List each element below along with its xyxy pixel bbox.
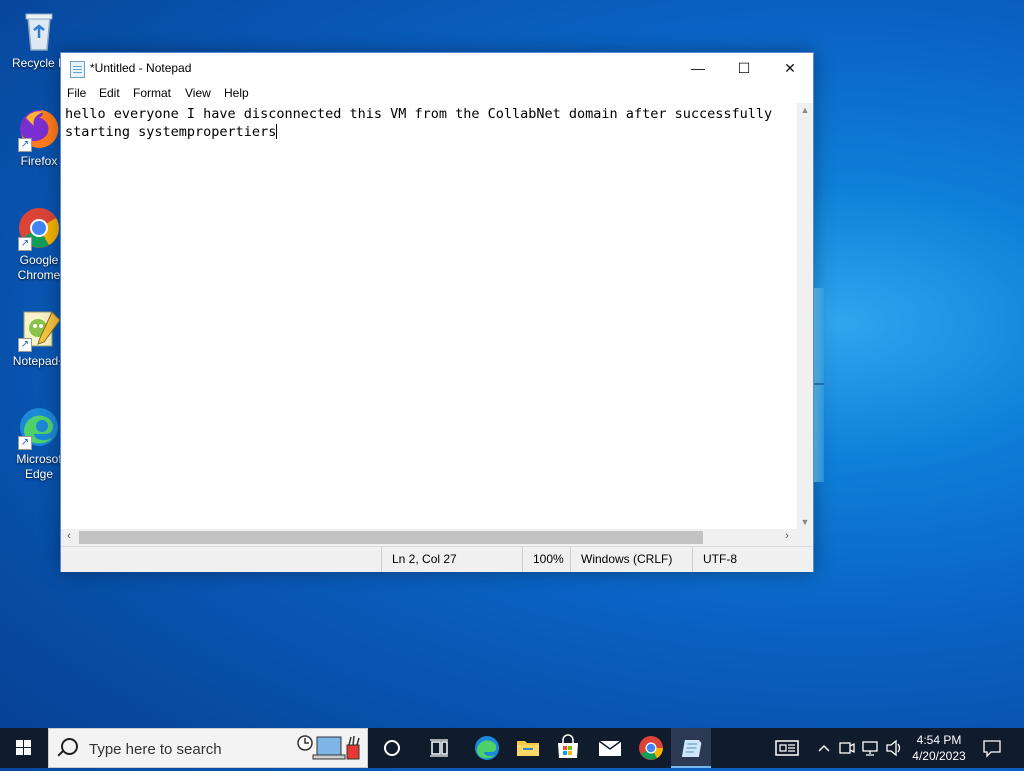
- window-title: *Untitled - Notepad: [90, 61, 192, 75]
- taskbar-edge[interactable]: [467, 728, 507, 768]
- task-view-button[interactable]: [419, 728, 459, 768]
- folder-icon: [517, 741, 539, 756]
- editor-line-1: hello everyone I have disconnected this …: [65, 106, 773, 122]
- chrome-icon: ↗: [16, 205, 62, 251]
- notepad-app-icon[interactable]: [70, 61, 85, 78]
- close-button[interactable]: ✕: [767, 53, 813, 83]
- horizontal-scroll-thumb[interactable]: [79, 531, 703, 544]
- minimize-button[interactable]: —: [675, 53, 721, 83]
- menu-view[interactable]: View: [185, 86, 211, 100]
- taskbar-mail[interactable]: [590, 728, 630, 768]
- menu-edit[interactable]: Edit: [99, 86, 120, 100]
- cortana-button[interactable]: [372, 728, 412, 768]
- recycle-bin-icon: [16, 8, 62, 54]
- editor-line-2: starting systempropertiers: [65, 124, 277, 140]
- shortcut-arrow-icon: ↗: [18, 138, 32, 152]
- edge-icon: ↗: [16, 404, 62, 450]
- tray-meet-button[interactable]: [838, 728, 856, 768]
- scroll-left-arrow-icon[interactable]: ‹: [61, 530, 77, 542]
- store-bag-icon: [558, 734, 578, 758]
- notification-center-button[interactable]: [978, 728, 1008, 768]
- menu-file[interactable]: File: [67, 86, 86, 100]
- menu-bar: File Edit Format View Help: [61, 83, 813, 103]
- status-line-ending: Windows (CRLF): [570, 547, 692, 572]
- camera-icon: [839, 742, 855, 754]
- menu-format[interactable]: Format: [133, 86, 171, 100]
- search-icon: [61, 738, 78, 755]
- notepad-plus-plus-icon: ↗: [16, 306, 62, 352]
- tray-network-button[interactable]: [860, 728, 882, 768]
- status-zoom: 100%: [522, 547, 570, 572]
- taskbar: Type here to search 4:54 PM 4/20/2023: [0, 728, 1024, 768]
- tray-news-button[interactable]: [772, 728, 802, 768]
- search-placeholder: Type here to search: [89, 741, 222, 758]
- scroll-right-arrow-icon[interactable]: ›: [779, 530, 795, 542]
- taskbar-notepad-active[interactable]: [671, 728, 711, 768]
- status-cursor-position: Ln 2, Col 27: [381, 547, 522, 572]
- scroll-up-arrow-icon[interactable]: ▲: [797, 105, 813, 115]
- start-button[interactable]: [0, 728, 48, 768]
- taskbar-search-box[interactable]: Type here to search: [48, 728, 368, 768]
- taskbar-clock[interactable]: 4:54 PM 4/20/2023: [905, 728, 973, 768]
- shortcut-arrow-icon: ↗: [18, 237, 32, 251]
- menu-help[interactable]: Help: [224, 86, 249, 100]
- task-view-icon: [430, 739, 448, 757]
- cortana-circle-icon: [384, 740, 400, 756]
- title-bar[interactable]: *Untitled - Notepad — ☐ ✕: [61, 53, 813, 83]
- text-editor[interactable]: hello everyone I have disconnected this …: [61, 103, 797, 529]
- edge-icon: [475, 736, 499, 760]
- speaker-icon: [886, 739, 901, 757]
- maximize-button[interactable]: ☐: [721, 53, 767, 83]
- mail-icon: [598, 740, 622, 756]
- taskbar-store[interactable]: [548, 728, 588, 768]
- clock-time: 4:54 PM: [916, 733, 962, 747]
- clock-date: 4/20/2023: [912, 749, 966, 763]
- vertical-scrollbar[interactable]: ▲ ▼: [797, 103, 813, 529]
- taskbar-chrome[interactable]: [631, 728, 671, 768]
- chevron-up-icon: [818, 744, 830, 752]
- status-encoding: UTF-8: [692, 547, 813, 572]
- tray-volume-button[interactable]: [884, 728, 904, 768]
- scrollbar-corner: [797, 529, 813, 546]
- chrome-icon: [639, 736, 663, 760]
- network-icon: [862, 741, 878, 756]
- windows-logo-icon: [16, 740, 31, 755]
- news-icon: [775, 740, 799, 756]
- taskbar-file-explorer[interactable]: [508, 728, 548, 768]
- search-highlight-illustration-icon: [297, 735, 360, 760]
- notepad-icon: [681, 740, 702, 757]
- notepad-window: *Untitled - Notepad — ☐ ✕ File Edit Form…: [60, 52, 814, 572]
- horizontal-scrollbar[interactable]: ‹ ›: [61, 529, 797, 546]
- text-caret: [276, 124, 278, 139]
- firefox-icon: ↗: [16, 106, 62, 152]
- scroll-down-arrow-icon[interactable]: ▼: [797, 517, 813, 527]
- shortcut-arrow-icon: ↗: [18, 338, 32, 352]
- notification-icon: [983, 740, 1001, 758]
- shortcut-arrow-icon: ↗: [18, 436, 32, 450]
- status-bar: Ln 2, Col 27 100% Windows (CRLF) UTF-8: [61, 546, 813, 572]
- tray-overflow-button[interactable]: [815, 728, 833, 768]
